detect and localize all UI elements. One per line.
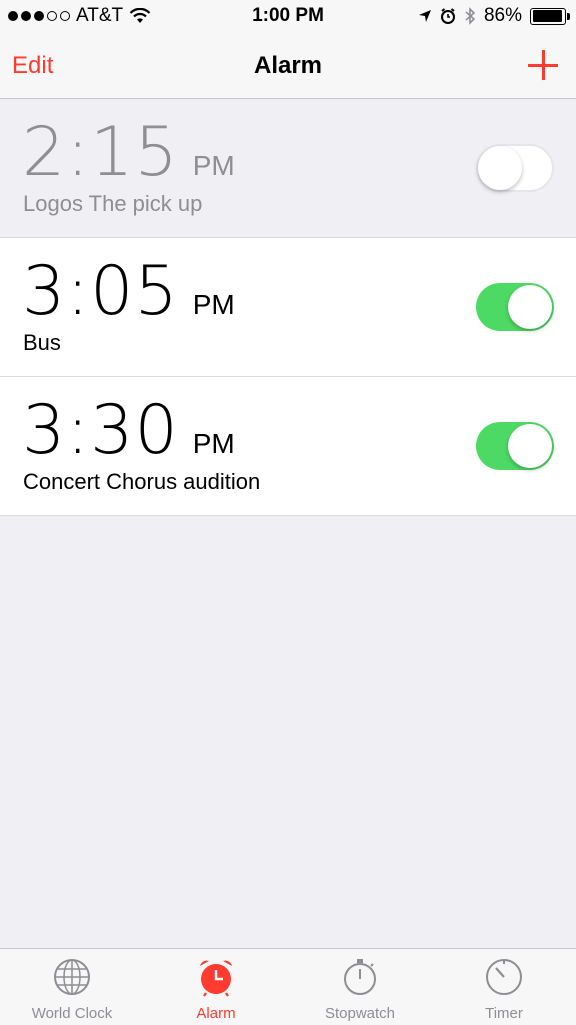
location-arrow-icon [418, 10, 431, 22]
tab-bar: World Clock Alarm Stopwatch Timer [0, 948, 576, 1025]
alarm-clock-time: 3:30 [22, 391, 179, 470]
alarm-time: 3:30 PM [22, 391, 235, 470]
tab-stopwatch[interactable]: Stopwatch [288, 949, 432, 1025]
alarm-toggle[interactable] [476, 283, 554, 331]
alarm-toggle[interactable] [476, 422, 554, 470]
add-alarm-icon[interactable] [528, 50, 558, 80]
tab-label: Stopwatch [324, 1005, 396, 1022]
alarm-row[interactable]: 3:30 PM Concert Chorus audition [0, 377, 576, 516]
alarm-ampm: PM [192, 428, 235, 459]
alarm-row[interactable]: 2:15 PM Logos The pick up [0, 99, 576, 238]
alarm-clock-time: 3:05 [22, 252, 179, 331]
battery-percent: 86% [483, 5, 522, 26]
alarm-ampm: PM [192, 150, 235, 181]
alarm-time: 3:05 PM [22, 252, 235, 331]
alarm-label: Concert Chorus audition [23, 469, 261, 494]
timer-icon [486, 959, 522, 995]
alarm-clock-time: 2:15 [22, 113, 179, 192]
alarm-ampm: PM [192, 289, 235, 320]
alarm-status-icon [440, 8, 455, 24]
navigation-bar: Edit Alarm [0, 34, 576, 99]
tab-label: Alarm [196, 1005, 236, 1022]
alarm-toggle[interactable] [476, 144, 554, 192]
stopwatch-icon [344, 959, 376, 995]
page-title: Alarm [253, 52, 323, 79]
tab-alarm[interactable]: Alarm [144, 949, 288, 1025]
status-right: 86% [418, 5, 570, 27]
status-bar: AT&T 1:00 PM 86% [0, 0, 576, 34]
alarm-list: 2:15 PM Logos The pick up 3:05 PM Bus 3:… [0, 99, 576, 516]
alarm-time: 2:15 PM [22, 113, 235, 192]
tab-timer[interactable]: Timer [432, 949, 576, 1025]
tab-world-clock[interactable]: World Clock [0, 949, 144, 1025]
alarm-clock-icon [200, 960, 232, 997]
bluetooth-icon [465, 7, 476, 25]
alarm-label: Bus [23, 330, 61, 355]
battery-icon [530, 7, 570, 25]
alarm-label: Logos The pick up [23, 191, 203, 216]
globe-icon [54, 959, 90, 995]
tab-label: World Clock [31, 1005, 113, 1022]
alarm-row[interactable]: 3:05 PM Bus [0, 238, 576, 377]
tab-label: Timer [485, 1005, 523, 1022]
